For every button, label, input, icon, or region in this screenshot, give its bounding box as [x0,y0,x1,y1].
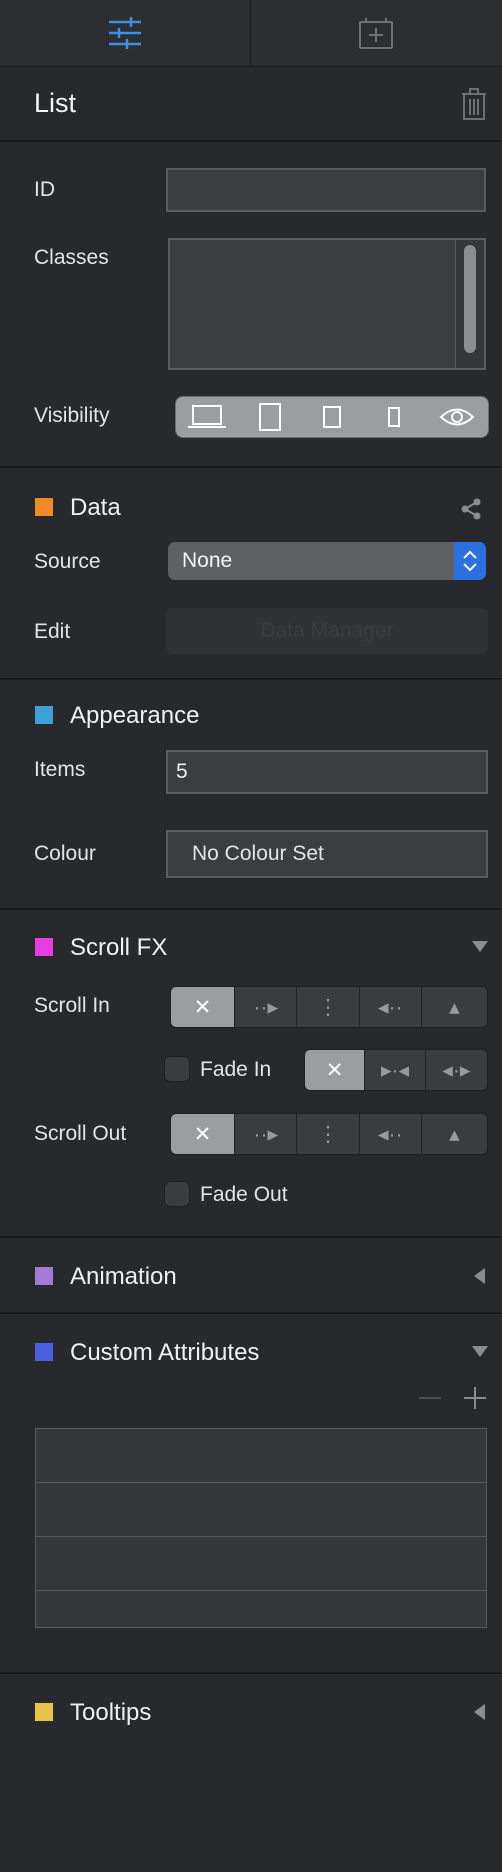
share-icon[interactable] [460,498,482,520]
visible-toggle-button[interactable] [426,397,488,437]
source-select[interactable]: None [168,542,486,580]
fade-in-direction-selector[interactable]: ✕ ▸·◂ ◂·▸ [304,1049,488,1091]
tablet-icon [258,403,281,431]
collapse-chevron-icon[interactable] [472,941,488,952]
add-component-icon [359,18,393,49]
fade-in-none-button[interactable]: ✕ [305,1050,365,1090]
tablet-landscape-visibility-button[interactable] [238,397,300,437]
table-row[interactable] [36,1537,486,1591]
fade-out-label: Fade Out [200,1183,288,1206]
scroll-in-none-button[interactable]: ✕ [171,987,235,1027]
appearance-color-swatch [35,706,53,724]
divider [0,678,502,680]
scroll-out-up-button[interactable]: ▴ [420,1114,487,1154]
colour-label: Colour [34,842,96,865]
id-field[interactable] [166,168,486,212]
tooltips-section-title: Tooltips [70,1699,152,1726]
laptop-icon [188,405,227,428]
scrollbar[interactable] [455,240,484,368]
scroll-out-left-button[interactable]: ◂·· [358,1114,421,1154]
custom-attributes-section-title: Custom Attributes [70,1339,260,1366]
page-title: List [34,88,77,118]
sliders-icon [109,17,141,49]
id-label: ID [34,178,55,201]
divider [0,908,502,910]
appearance-section-title: Appearance [70,702,200,729]
visibility-label: Visibility [34,404,110,427]
remove-attribute-icon[interactable] [418,1388,442,1408]
tablet-portrait-visibility-button[interactable] [301,397,363,437]
scrollbar-thumb[interactable] [464,245,476,353]
table-row[interactable] [36,1483,486,1537]
select-stepper[interactable] [454,542,486,580]
tablet-small-icon [323,406,342,428]
scroll-fx-section-title: Scroll FX [70,934,168,961]
divider [0,1672,502,1674]
fade-out-checkbox[interactable] [164,1181,190,1207]
visibility-selector[interactable] [175,396,489,438]
scroll-fx-color-swatch [35,938,53,956]
top-tab-bar [0,0,502,67]
colour-picker-button[interactable]: No Colour Set [166,830,488,878]
scroll-in-up-button[interactable]: ▴ [420,987,487,1027]
custom-attributes-color-swatch [35,1343,53,1361]
data-section-title: Data [70,494,121,521]
desktop-visibility-button[interactable] [176,397,238,437]
animation-section-title: Animation [70,1263,177,1290]
fade-in-label: Fade In [200,1058,272,1081]
classes-label: Classes [34,246,109,269]
data-color-swatch [35,498,53,516]
expand-chevron-icon[interactable] [474,1704,485,1720]
fade-in-converge-button[interactable]: ▸·◂ [364,1050,425,1090]
divider [0,1312,502,1314]
collapse-chevron-icon[interactable] [472,1346,488,1357]
scroll-in-right-button[interactable]: ··▸ [234,987,297,1027]
scroll-out-down-button[interactable]: ⋮ [296,1114,359,1154]
phone-visibility-button[interactable] [363,397,425,437]
phone-icon [388,407,401,427]
classes-textarea[interactable] [168,238,486,370]
fade-in-diverge-button[interactable]: ◂·▸ [424,1050,487,1090]
items-label: Items [34,758,86,781]
tooltips-color-swatch [35,1703,53,1721]
scroll-in-down-button[interactable]: ⋮ [296,987,359,1027]
expand-chevron-icon[interactable] [474,1268,485,1284]
scroll-out-right-button[interactable]: ··▸ [234,1114,297,1154]
divider [0,466,502,468]
divider [0,140,502,142]
table-row[interactable] [36,1591,486,1627]
animation-color-swatch [35,1267,53,1285]
chevron-up-down-icon [463,550,477,572]
divider [0,1236,502,1238]
scroll-in-left-button[interactable]: ◂·· [358,987,421,1027]
table-row[interactable] [36,1429,486,1483]
items-field[interactable]: 5 [166,750,488,794]
scroll-out-label: Scroll Out [34,1122,127,1145]
custom-attributes-table[interactable] [35,1428,487,1628]
scroll-in-label: Scroll In [34,994,110,1017]
scroll-in-direction-selector[interactable]: ✕ ··▸ ⋮ ◂·· ▴ [170,986,488,1028]
source-label: Source [34,550,101,573]
edit-label: Edit [34,620,71,643]
add-attribute-icon[interactable] [463,1386,487,1410]
trash-icon[interactable] [460,88,488,120]
eye-icon [439,408,475,426]
data-manager-button: Data Manager [166,608,488,654]
scroll-out-none-button[interactable]: ✕ [171,1114,235,1154]
fade-in-checkbox[interactable] [164,1056,190,1082]
tab-properties[interactable] [0,0,251,66]
tab-add[interactable] [251,0,501,66]
source-select-value: None [182,549,233,572]
scroll-out-direction-selector[interactable]: ✕ ··▸ ⋮ ◂·· ▴ [170,1113,488,1155]
